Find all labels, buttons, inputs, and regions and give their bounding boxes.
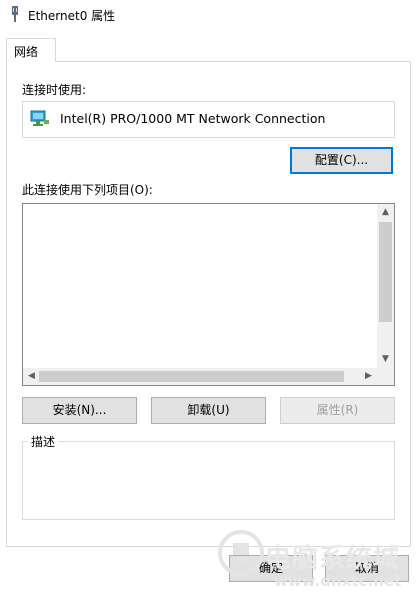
network-adapter-icon: [12, 6, 18, 22]
description-label: 描述: [28, 433, 59, 450]
title-bar: Ethernet0 属性: [0, 0, 417, 30]
horizontal-scrollbar[interactable]: ◀ ▶: [23, 368, 377, 385]
window-title: Ethernet0 属性: [28, 9, 116, 23]
connect-using-label: 连接时使用:: [22, 83, 87, 97]
horizontal-scroll-thumb[interactable]: [39, 371, 344, 382]
items-list-label: 此连接使用下列项目(O):: [22, 183, 153, 197]
scroll-down-icon[interactable]: ▼: [377, 351, 394, 368]
vertical-scrollbar[interactable]: ▲ ▼: [377, 204, 394, 368]
items-list[interactable]: ▲ ▼ ◀ ▶: [22, 203, 395, 386]
cancel-button[interactable]: 取消: [325, 555, 409, 582]
properties-button[interactable]: 属性(R): [280, 397, 395, 424]
network-adapter-icon: [30, 110, 49, 126]
description-group: [22, 441, 395, 520]
install-button[interactable]: 安装(N)...: [22, 397, 137, 424]
scroll-right-icon[interactable]: ▶: [360, 368, 377, 385]
scrollbar-corner: [377, 368, 394, 385]
scroll-up-icon[interactable]: ▲: [377, 204, 394, 221]
adapter-name: Intel(R) PRO/1000 MT Network Connection: [60, 111, 326, 126]
uninstall-button[interactable]: 卸载(U): [151, 397, 266, 424]
configure-button[interactable]: 配置(C)...: [290, 147, 393, 174]
scroll-left-icon[interactable]: ◀: [23, 368, 40, 385]
tab-network-label: 网络: [14, 45, 39, 59]
ok-button[interactable]: 确定: [229, 555, 313, 582]
tab-network[interactable]: 网络: [6, 38, 56, 62]
vertical-scroll-thumb[interactable]: [379, 222, 392, 322]
adapter-box: Intel(R) PRO/1000 MT Network Connection: [22, 101, 395, 138]
